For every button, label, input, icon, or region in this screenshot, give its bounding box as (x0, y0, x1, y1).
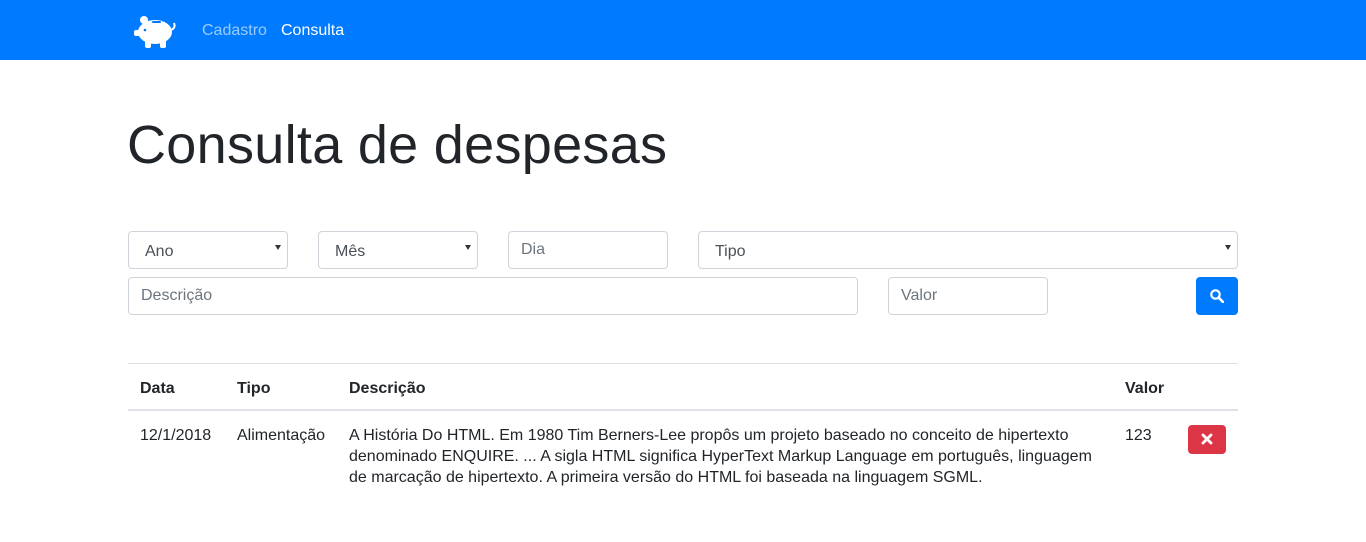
expenses-table: Data Tipo Descrição Valor 12/1/2018 Alim… (128, 363, 1238, 501)
search-icon (1210, 289, 1224, 303)
header-tipo: Tipo (237, 380, 271, 397)
cell-tipo: Alimentação (237, 427, 326, 444)
header-data: Data (140, 380, 175, 397)
mes-select[interactable]: Mês (318, 231, 478, 269)
cell-descricao: A História Do HTML. Em 1980 Tim Berners-… (349, 427, 1092, 486)
mes-select-value: Mês (335, 243, 366, 260)
chevron-down-icon (275, 245, 281, 250)
cell-data: 12/1/2018 (140, 427, 212, 444)
tipo-select[interactable]: Tipo (698, 231, 1238, 269)
descricao-input[interactable] (128, 277, 858, 315)
header-valor: Valor (1125, 380, 1165, 397)
nav-link-consulta[interactable]: Consulta (281, 21, 344, 41)
ano-select[interactable]: Ano (128, 231, 288, 269)
header-descricao: Descrição (349, 380, 426, 397)
navbar: Cadastro Consulta (0, 0, 1366, 60)
table-row: 12/1/2018 Alimentação A História Do HTML… (128, 411, 1238, 501)
tipo-select-value: Tipo (715, 243, 746, 260)
search-button[interactable] (1196, 277, 1238, 315)
close-icon (1201, 433, 1213, 445)
valor-input[interactable] (888, 277, 1048, 315)
nav-link-cadastro[interactable]: Cadastro (202, 21, 267, 41)
ano-select-value: Ano (145, 243, 174, 260)
chevron-down-icon (465, 245, 471, 250)
table-header: Data Tipo Descrição Valor (128, 364, 1238, 411)
cell-valor: 123 (1125, 427, 1152, 444)
dia-input[interactable] (508, 231, 668, 269)
delete-button[interactable] (1188, 425, 1226, 454)
piggy-bank-icon[interactable] (134, 11, 176, 49)
chevron-down-icon (1225, 245, 1231, 250)
page-title: Consulta de despesas (127, 115, 668, 175)
